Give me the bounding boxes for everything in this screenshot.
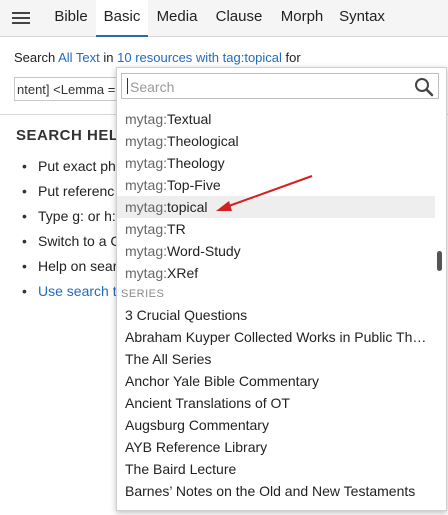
series-item[interactable]: 3 Crucial Questions <box>117 304 435 326</box>
tab-bible[interactable]: Bible <box>46 0 96 36</box>
tag-prefix: mytag: <box>125 155 168 171</box>
tag-name: TR <box>167 221 186 237</box>
help-item: Help on sear <box>22 255 120 280</box>
tag-prefix: mytag: <box>125 265 168 281</box>
dropdown-list: mytag:Textual mytag:Theological mytag:Th… <box>117 108 435 502</box>
tag-prefix: mytag: <box>125 199 168 215</box>
help-item: Switch to a C <box>22 230 120 255</box>
series-item[interactable]: Anchor Yale Bible Commentary <box>117 370 435 392</box>
search-icon[interactable] <box>414 77 434 97</box>
tag-name: Textual <box>167 111 212 127</box>
series-item[interactable]: Abraham Kuyper Collected Works in Public… <box>117 326 435 348</box>
search-help-list: Put exact ph Put referenc Type g: or h: … <box>22 155 120 305</box>
resources-link[interactable]: 10 resources with tag:topical <box>117 50 282 65</box>
search-prefix: Search <box>14 50 56 65</box>
dropdown-search-box[interactable] <box>121 73 439 99</box>
search-help-title: SEARCH HELP <box>16 127 130 144</box>
series-item[interactable]: Ancient Translations of OT <box>117 392 435 414</box>
hamburger-menu-icon[interactable] <box>10 9 32 27</box>
tag-prefix: mytag: <box>125 177 168 193</box>
tab-basic[interactable]: Basic <box>96 0 148 37</box>
series-item[interactable]: Barnes’ Notes on the Old and New Testame… <box>117 480 435 502</box>
in-word: in <box>103 50 114 65</box>
query-input[interactable]: ntent] <Lemma = <box>14 77 122 101</box>
tab-media[interactable]: Media <box>148 0 206 36</box>
top-tab-bar: Bible Basic Media Clause Morph Syntax <box>0 0 448 37</box>
tag-item-top-five[interactable]: mytag:Top-Five <box>117 174 435 196</box>
series-item[interactable]: Augsburg Commentary <box>117 414 435 436</box>
help-item: Put exact ph <box>22 155 120 180</box>
tab-syntax[interactable]: Syntax <box>332 0 392 36</box>
tag-item-textual[interactable]: mytag:Textual <box>117 108 435 130</box>
tag-name: Theology <box>167 155 225 171</box>
search-scope-line: Search All Text in 10 resources with tag… <box>14 50 301 65</box>
for-word: for <box>285 50 301 65</box>
dropdown-scrollbar-thumb[interactable] <box>437 251 442 271</box>
tag-prefix: mytag: <box>125 111 168 127</box>
tab-morph[interactable]: Morph <box>272 0 332 36</box>
tag-name: Word-Study <box>167 243 241 259</box>
series-item[interactable]: AYB Reference Library <box>117 436 435 458</box>
scope-link[interactable]: All Text <box>58 50 100 65</box>
tag-prefix: mytag: <box>125 243 168 259</box>
tag-name: topical <box>167 199 208 215</box>
help-link-item[interactable]: Use search t <box>22 280 120 305</box>
series-item[interactable]: The All Series <box>117 348 435 370</box>
tag-prefix: mytag: <box>125 221 168 237</box>
series-item[interactable]: The Baird Lecture <box>117 458 435 480</box>
tag-item-xref[interactable]: mytag:XRef <box>117 262 435 284</box>
tag-name: XRef <box>167 265 199 281</box>
tag-item-topical[interactable]: mytag:topical <box>117 196 435 218</box>
resource-dropdown: mytag:Textual mytag:Theological mytag:Th… <box>116 67 447 511</box>
series-section-header: SERIES <box>121 288 165 300</box>
tag-item-theological[interactable]: mytag:Theological <box>117 130 435 152</box>
tag-item-word-study[interactable]: mytag:Word-Study <box>117 240 435 262</box>
tag-name: Top-Five <box>167 177 221 193</box>
tag-prefix: mytag: <box>125 133 168 149</box>
dropdown-search-input[interactable] <box>128 76 412 98</box>
help-item: Type g: or h: <box>22 205 120 230</box>
tab-clause[interactable]: Clause <box>206 0 272 36</box>
tag-item-tr[interactable]: mytag:TR <box>117 218 435 240</box>
help-item: Put referenc <box>22 180 120 205</box>
tag-name: Theological <box>167 133 239 149</box>
tag-item-theology[interactable]: mytag:Theology <box>117 152 435 174</box>
